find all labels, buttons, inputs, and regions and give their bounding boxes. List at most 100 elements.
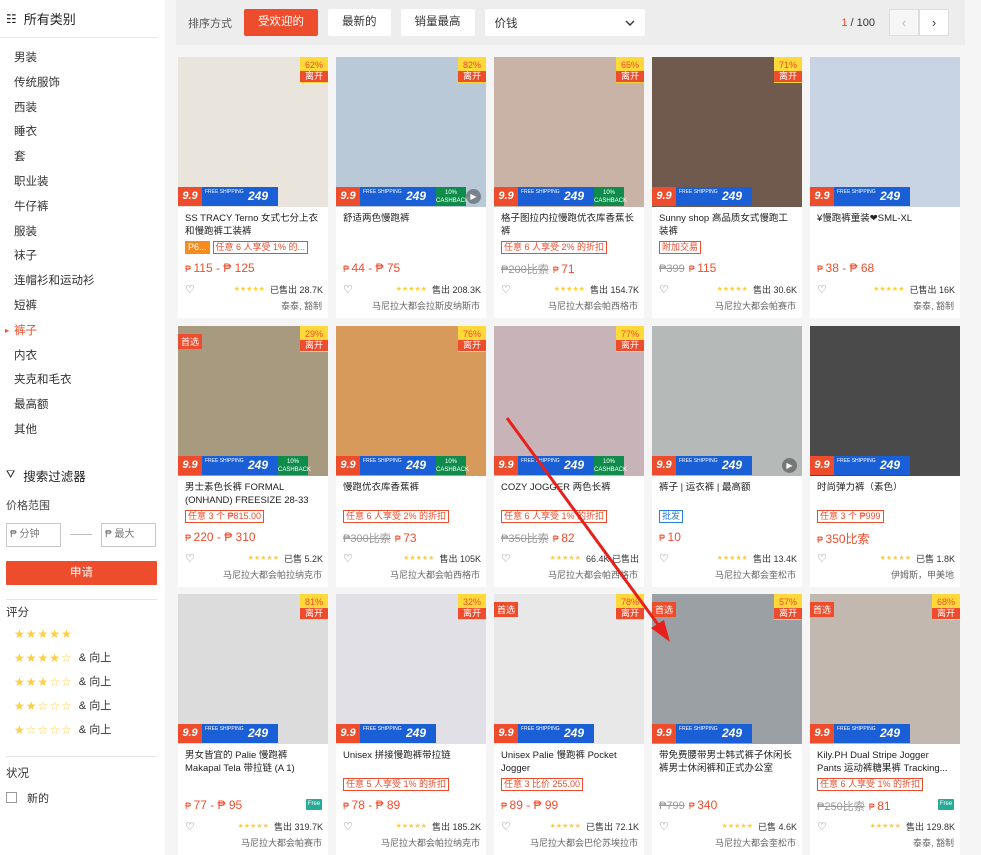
sidebar-category-item[interactable]: 套 (0, 145, 165, 170)
apply-button[interactable]: 申请 (6, 560, 157, 585)
rating-filter-option[interactable]: ★★★★★ (0, 622, 165, 646)
product-image[interactable]: 32% 离开 9.9 FREE SHIPPING 249 (336, 594, 486, 744)
product-price: ₱ 10 (659, 530, 681, 544)
current-price: 10 (667, 530, 681, 544)
sidebar-category-item[interactable]: 职业装 (0, 170, 165, 195)
product-image[interactable]: 81% 离开 9.9 FREE SHIPPING 249 (178, 594, 328, 744)
product-card[interactable]: 65% 离开 9.9 FREE SHIPPING 249 10% CASHBACK 格子… (494, 57, 644, 318)
sort-latest-button[interactable]: 最新的 (328, 9, 391, 36)
heart-icon[interactable]: ♡ (501, 283, 511, 296)
sort-top-sales-button[interactable]: 销量最高 (400, 9, 475, 36)
product-card[interactable]: 9.9 FREE SHIPPING 249 ¥慢跑裤童装❤SML-XL ₱ 38 -… (810, 57, 960, 318)
product-image[interactable]: 9.9 FREE SHIPPING 249 (810, 326, 960, 476)
heart-icon[interactable]: ♡ (817, 820, 827, 833)
rating-filter-option[interactable]: ★☆☆☆☆ & 向上 (0, 718, 165, 742)
product-title[interactable]: 舒适两色慢跑裤 (343, 213, 481, 239)
product-title[interactable]: Unisex 拼接慢跑裤带拉链 (343, 750, 481, 776)
product-card[interactable]: 首选 57% 离开 9.9 FREE SHIPPING 249 带免费腰带男士韩式裤子… (652, 594, 802, 855)
product-title[interactable]: 男女皆宜的 Palie 慢跑裤 Makapal Tela 带拉链 (A 1) (185, 750, 323, 776)
product-image[interactable]: 9.9 FREE SHIPPING 249 (810, 57, 960, 207)
sidebar-category-item[interactable]: 袜子 (0, 244, 165, 269)
heart-icon[interactable]: ♡ (501, 820, 511, 833)
product-image[interactable]: 首选 78% 离开 9.9 FREE SHIPPING 249 (494, 594, 644, 744)
prev-page-button[interactable]: ‹ (889, 9, 919, 36)
all-categories-header[interactable]: ☷ 所有类别 (0, 0, 157, 38)
heart-icon[interactable]: ♡ (343, 552, 353, 565)
product-title[interactable]: 带免费腰带男士韩式裤子休闲长裤男士休闲裤和正式办公室 (659, 750, 797, 776)
product-card[interactable]: 62% 离开 9.9 FREE SHIPPING 249 SS TRACY Tern… (178, 57, 328, 318)
product-image[interactable]: 首选 29% 离开 9.9 FREE SHIPPING 249 10% CASHBACK (178, 326, 328, 476)
heart-icon[interactable]: ♡ (343, 283, 353, 296)
product-card[interactable]: 32% 离开 9.9 FREE SHIPPING 249 Unisex 拼接慢跑裤带… (336, 594, 486, 855)
sidebar-category-item[interactable]: 传统服饰 (0, 71, 165, 96)
sidebar-category-item[interactable]: 男装 (0, 46, 165, 71)
product-title[interactable]: Sunny shop 高品质女式慢跑工装裤 (659, 213, 797, 239)
sidebar-category-item[interactable]: 最高额 (0, 393, 165, 418)
product-title[interactable]: 男士素色长裤 FORMAL (ONHAND) FREESIZE 28-33 (185, 482, 323, 508)
sidebar-category-item[interactable]: 西装 (0, 96, 165, 121)
rating-filter-option[interactable]: ★★☆☆☆ & 向上 (0, 694, 165, 718)
heart-icon[interactable]: ♡ (817, 283, 827, 296)
heart-icon[interactable]: ♡ (659, 820, 669, 833)
heart-icon[interactable]: ♡ (817, 552, 827, 565)
sidebar-category-item[interactable]: 夹克和毛衣 (0, 368, 165, 393)
product-image[interactable]: 76% 离开 9.9 FREE SHIPPING 249 10% CASHBACK (336, 326, 486, 476)
rating-filter-option[interactable]: ★★★★☆ & 向上 (0, 646, 165, 670)
play-video-icon[interactable]: ▶ (466, 189, 481, 204)
price-min-input[interactable]: ₱ 分钟 (6, 522, 61, 547)
status-new-option[interactable]: 新的 (0, 787, 165, 809)
product-card[interactable]: 81% 离开 9.9 FREE SHIPPING 249 男女皆宜的 Palie 慢… (178, 594, 328, 855)
product-title[interactable]: ¥慢跑裤童装❤SML-XL (817, 213, 955, 239)
sort-price-select[interactable]: 价钱 (484, 9, 645, 36)
sidebar-category-item[interactable]: 睡衣 (0, 120, 165, 145)
product-image[interactable]: 首选 68% 离开 9.9 FREE SHIPPING 249 (810, 594, 960, 744)
heart-icon[interactable]: ♡ (659, 283, 669, 296)
sidebar-category-item[interactable]: 其他 (0, 418, 165, 443)
product-card[interactable]: 77% 离开 9.9 FREE SHIPPING 249 10% CASHBACK CO… (494, 326, 644, 587)
seller-location: 泰泰, 豁制 (280, 301, 322, 311)
sidebar-category-item[interactable]: 短裤 (0, 294, 165, 319)
sidebar-category-item[interactable]: 牛仔裤 (0, 195, 165, 220)
sidebar-category-item[interactable]: 服装 (0, 220, 165, 245)
product-card[interactable]: 首选 29% 离开 9.9 FREE SHIPPING 249 10% CASHBACK… (178, 326, 328, 587)
product-title[interactable]: SS TRACY Terno 女式七分上衣和慢跑裤工装裤 (185, 213, 323, 239)
sidebar-category-item[interactable]: 内衣 (0, 344, 165, 369)
play-video-icon[interactable]: ▶ (782, 458, 797, 473)
product-image[interactable]: 77% 离开 9.9 FREE SHIPPING 249 10% CASHBACK (494, 326, 644, 476)
heart-icon[interactable]: ♡ (343, 820, 353, 833)
next-page-button[interactable]: › (919, 9, 949, 36)
product-card[interactable]: 71% 离开 9.9 FREE SHIPPING 249 Sunny shop 高品… (652, 57, 802, 318)
product-title[interactable]: Unisex Palie 慢跑裤 Pocket Jogger (501, 750, 639, 776)
product-card[interactable]: 9.9 FREE SHIPPING 249 ▶ 裤子 | 运衣裤 | 最高额 批发 ₱ … (652, 326, 802, 587)
heart-icon[interactable]: ♡ (185, 820, 195, 833)
product-image[interactable]: 62% 离开 9.9 FREE SHIPPING 249 (178, 57, 328, 207)
product-card[interactable]: 76% 离开 9.9 FREE SHIPPING 249 10% CASHBACK 慢跑… (336, 326, 486, 587)
product-title[interactable]: COZY JOGGER 两色长裤 (501, 482, 639, 508)
product-card[interactable]: 9.9 FREE SHIPPING 249 时尚弹力裤（素色） 任意 3 个 ₱99… (810, 326, 960, 587)
product-image[interactable]: 71% 离开 9.9 FREE SHIPPING 249 (652, 57, 802, 207)
sidebar-category-item[interactable]: ▸ 裤子 (0, 319, 165, 344)
product-title[interactable]: 格子图拉内拉慢跑优衣库香蕉长裤 (501, 213, 639, 239)
promo-99-label: 9.9 (652, 187, 676, 206)
sold-count: 售出 154.7K (589, 284, 639, 295)
rating-filter-option[interactable]: ★★★☆☆ & 向上 (0, 670, 165, 694)
heart-icon[interactable]: ♡ (659, 552, 669, 565)
product-image[interactable]: 65% 离开 9.9 FREE SHIPPING 249 10% CASHBACK (494, 57, 644, 207)
product-card[interactable]: 82% 离开 9.9 FREE SHIPPING 249 10% CASHBACK ▶ 舒… (336, 57, 486, 318)
product-title[interactable]: 裤子 | 运衣裤 | 最高额 (659, 482, 797, 508)
heart-icon[interactable]: ♡ (501, 552, 511, 565)
product-image[interactable]: 首选 57% 离开 9.9 FREE SHIPPING 249 (652, 594, 802, 744)
sort-popular-button[interactable]: 受欢迎的 (244, 9, 318, 36)
product-title[interactable]: 时尚弹力裤（素色） (817, 482, 955, 508)
product-image[interactable]: 82% 离开 9.9 FREE SHIPPING 249 10% CASHBACK ▶ (336, 57, 486, 207)
product-card[interactable]: 首选 78% 离开 9.9 FREE SHIPPING 249 Unisex Pali… (494, 594, 644, 855)
product-title[interactable]: 慢跑优衣库香蕉裤 (343, 482, 481, 508)
heart-icon[interactable]: ♡ (185, 283, 195, 296)
product-card[interactable]: 首选 68% 离开 9.9 FREE SHIPPING 249 Kily.PH Dua… (810, 594, 960, 855)
product-image[interactable]: 9.9 FREE SHIPPING 249 ▶ (652, 326, 802, 476)
product-title[interactable]: Kily.PH Dual Stripe Jogger Pants 运动裤糖果裤 … (817, 750, 955, 776)
sidebar-category-item[interactable]: 连帽衫和运动衫 (0, 269, 165, 294)
heart-icon[interactable]: ♡ (185, 552, 195, 565)
status-new-checkbox[interactable] (6, 792, 17, 804)
price-max-input[interactable]: ₱ 最大 (101, 522, 156, 547)
